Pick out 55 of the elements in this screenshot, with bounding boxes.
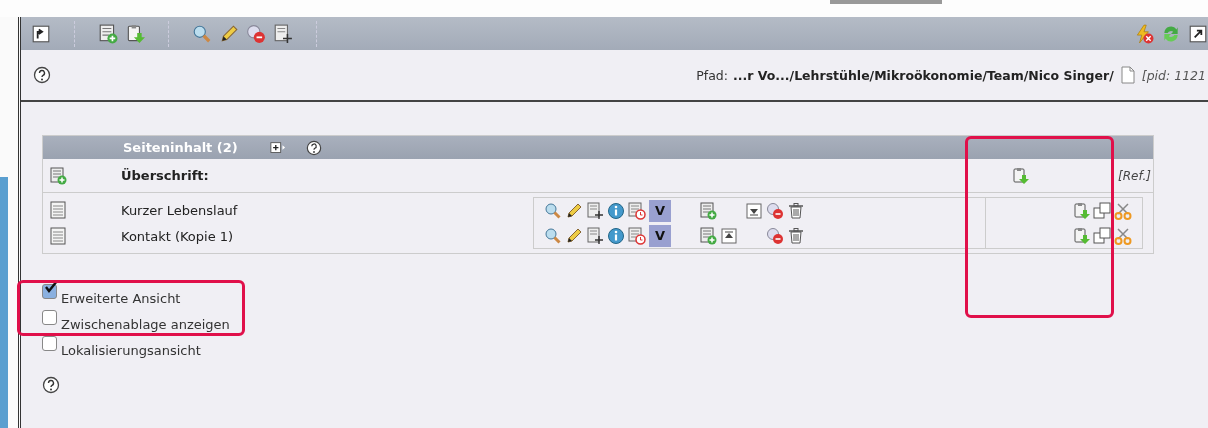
hide-icon[interactable] xyxy=(766,201,784,220)
copy-icon[interactable] xyxy=(1093,226,1111,245)
view-icon[interactable] xyxy=(544,226,562,245)
reference-label: [Ref.] xyxy=(1117,168,1152,183)
content-element-icon[interactable] xyxy=(49,227,67,245)
column-heading: Überschrift: xyxy=(121,168,209,183)
move-up-icon[interactable] xyxy=(720,226,738,245)
paste-icon[interactable] xyxy=(1011,166,1029,185)
info-icon[interactable] xyxy=(607,226,625,245)
version-button[interactable]: V xyxy=(649,199,671,222)
page-path: ...r Vo.../Lehrstühle/Mikroökonomie/Team/Nico Singer/ xyxy=(733,67,1114,83)
pencil-icon[interactable] xyxy=(219,23,239,44)
hide-icon[interactable] xyxy=(766,226,784,245)
paste-icon[interactable] xyxy=(125,23,145,44)
scissors-icon[interactable] xyxy=(1114,226,1132,245)
move-icon[interactable] xyxy=(586,201,604,220)
copy-icon[interactable] xyxy=(1093,201,1111,220)
content-element-icon[interactable] xyxy=(49,201,67,219)
scissors-icon[interactable] xyxy=(1114,201,1132,220)
option-label: Lokalisierungsansicht xyxy=(61,343,201,358)
history-icon[interactable] xyxy=(628,226,646,245)
clear-cache-icon[interactable] xyxy=(1134,23,1154,44)
move-icon[interactable] xyxy=(586,226,604,245)
pencil-icon[interactable] xyxy=(565,201,583,220)
up-level-icon[interactable] xyxy=(31,23,51,44)
page-icon xyxy=(1118,66,1137,84)
help-icon[interactable] xyxy=(305,139,322,156)
checkbox[interactable] xyxy=(42,310,57,325)
option-label: Erweiterte Ansicht xyxy=(61,291,181,306)
paste-icon[interactable] xyxy=(1072,201,1090,220)
paste-icon[interactable] xyxy=(1072,226,1090,245)
view-icon[interactable] xyxy=(192,23,212,44)
version-button[interactable]: V xyxy=(649,224,671,247)
view-icon[interactable] xyxy=(544,201,562,220)
history-icon[interactable] xyxy=(628,201,646,220)
help-icon[interactable] xyxy=(33,66,51,84)
content-title[interactable]: Kurzer Lebenslauf xyxy=(121,202,238,218)
move-icon[interactable] xyxy=(273,23,293,44)
checkbox[interactable] xyxy=(42,284,57,299)
expand-icon[interactable] xyxy=(269,139,286,156)
section-title: Seiteninhalt (2) xyxy=(123,140,238,155)
page-id: [pid: 1121 xyxy=(1141,67,1206,83)
open-window-icon[interactable] xyxy=(1188,23,1208,44)
trash-icon[interactable] xyxy=(787,201,805,220)
help-icon[interactable] xyxy=(42,376,60,394)
trash-icon[interactable] xyxy=(787,226,805,245)
path-label: Pfad: xyxy=(696,67,728,83)
move-down-icon[interactable] xyxy=(745,201,763,220)
info-icon[interactable] xyxy=(607,201,625,220)
content-title[interactable]: Kontakt (Kopie 1) xyxy=(121,228,234,244)
new-record-icon[interactable] xyxy=(98,23,118,44)
checkbox[interactable] xyxy=(42,336,57,351)
pencil-icon[interactable] xyxy=(565,226,583,245)
hide-icon[interactable] xyxy=(246,23,266,44)
option-label: Zwischenablage anzeigen xyxy=(61,317,230,332)
